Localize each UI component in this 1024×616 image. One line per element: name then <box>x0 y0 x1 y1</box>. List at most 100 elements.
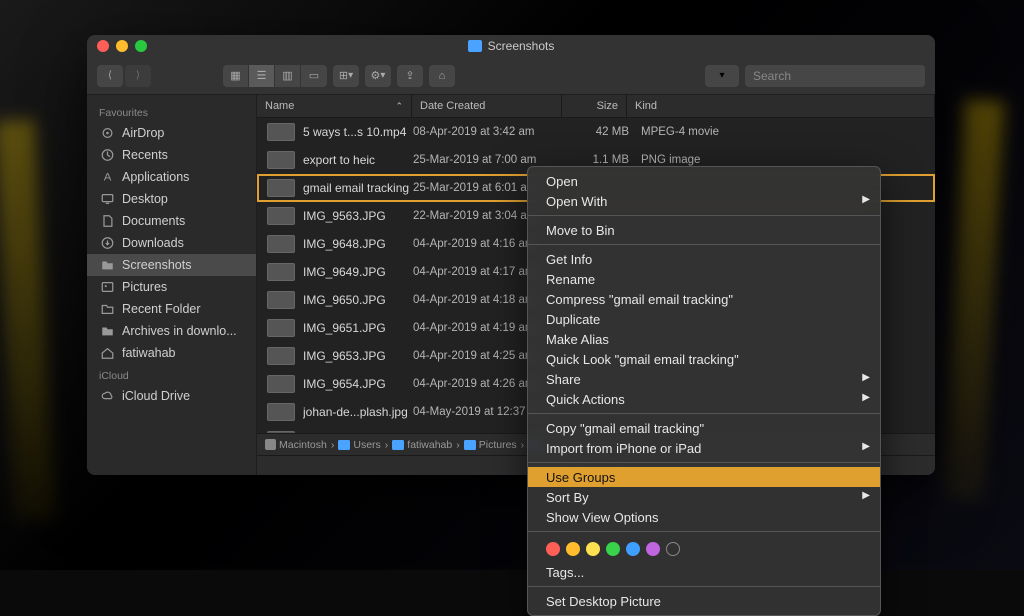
ctx-move-to-bin[interactable]: Move to Bin <box>528 220 880 240</box>
submenu-arrow-icon: ▶ <box>862 441 870 452</box>
nav-buttons: ⟨ ⟩ <box>97 65 151 87</box>
chevron-right-icon: › <box>456 439 460 451</box>
file-name: 5 ways t...s 10.mp4 <box>303 125 413 139</box>
path-segment[interactable]: fatiwahab <box>392 439 452 451</box>
icloud-icon <box>99 389 115 403</box>
airdrop-icon <box>99 126 115 140</box>
ctx-separator <box>528 586 880 587</box>
ctx-show-view-options[interactable]: Show View Options <box>528 507 880 527</box>
file-name: export to heic <box>303 153 413 167</box>
minimize-button[interactable] <box>116 40 128 52</box>
sidebar-item-archives-in-downlo-[interactable]: Archives in downlo... <box>87 320 256 342</box>
context-menu: Open Open With▶ Move to Bin Get Info Ren… <box>527 166 881 616</box>
sidebar-item-label: Downloads <box>122 236 184 250</box>
ctx-compress[interactable]: Compress "gmail email tracking" <box>528 289 880 309</box>
folder-icon <box>464 440 476 450</box>
sidebar-item-label: Archives in downlo... <box>122 324 237 338</box>
downloads-icon <box>99 236 115 250</box>
sidebar-item-documents[interactable]: Documents <box>87 210 256 232</box>
column-header-size[interactable]: Size <box>562 95 627 117</box>
chevron-right-icon: › <box>385 439 389 451</box>
ctx-tag-colors <box>528 536 880 562</box>
sidebar-item-icloud-drive[interactable]: iCloud Drive <box>87 385 256 407</box>
file-date: 08-Apr-2019 at 3:42 am <box>413 126 565 138</box>
sidebar-item-label: fatiwahab <box>122 346 176 360</box>
sidebar-item-screenshots[interactable]: Screenshots <box>87 254 256 276</box>
file-thumbnail <box>267 319 295 337</box>
file-size: 1.1 MB <box>565 154 629 166</box>
ctx-separator <box>528 413 880 414</box>
ctx-rename[interactable]: Rename <box>528 269 880 289</box>
path-segment[interactable]: Macintosh <box>265 439 327 451</box>
sidebar-item-airdrop[interactable]: AirDrop <box>87 122 256 144</box>
ctx-copy[interactable]: Copy "gmail email tracking" <box>528 418 880 438</box>
file-thumbnail <box>267 123 295 141</box>
ctx-duplicate[interactable]: Duplicate <box>528 309 880 329</box>
tag-color-none[interactable] <box>666 542 680 556</box>
path-segment[interactable]: Pictures <box>464 439 517 451</box>
sidebar-item-label: Screenshots <box>122 258 191 272</box>
sidebar-item-desktop[interactable]: Desktop <box>87 188 256 210</box>
window-title: Screenshots <box>488 39 555 53</box>
back-button[interactable]: ⟨ <box>97 65 123 87</box>
ctx-open[interactable]: Open <box>528 171 880 191</box>
ctx-share[interactable]: Share▶ <box>528 369 880 389</box>
sidebar-item-applications[interactable]: A Applications <box>87 166 256 188</box>
ctx-quick-actions[interactable]: Quick Actions▶ <box>528 389 880 409</box>
folder-icon <box>99 324 115 338</box>
svg-text:A: A <box>103 172 111 184</box>
apps-icon: A <box>99 170 115 184</box>
column-view-button[interactable]: ▥ <box>275 65 301 87</box>
sidebar-item-pictures[interactable]: Pictures <box>87 276 256 298</box>
action-button[interactable]: ⚙ ▾ <box>365 65 391 87</box>
ctx-use-groups[interactable]: Use Groups <box>528 467 880 487</box>
ctx-tags[interactable]: Tags... <box>528 562 880 582</box>
file-name: johan-de...plash.jpg <box>303 405 413 419</box>
tag-color[interactable] <box>606 542 620 556</box>
file-thumbnail <box>267 403 295 421</box>
search-scope-dropdown[interactable]: ▾ <box>705 65 739 87</box>
path-segment[interactable]: Users <box>338 439 380 451</box>
file-thumbnail <box>267 179 295 197</box>
ctx-quick-look[interactable]: Quick Look "gmail email tracking" <box>528 349 880 369</box>
gallery-view-button[interactable]: ▭ <box>301 65 327 87</box>
sidebar-item-recent-folder[interactable]: Recent Folder <box>87 298 256 320</box>
tag-color[interactable] <box>586 542 600 556</box>
file-name: IMG_9654.JPG <box>303 377 413 391</box>
sidebar-item-fatiwahab[interactable]: fatiwahab <box>87 342 256 364</box>
file-name: IMG_9651.JPG <box>303 321 413 335</box>
column-header-date[interactable]: Date Created <box>412 95 562 117</box>
ctx-separator <box>528 215 880 216</box>
chevron-right-icon: ⟩ <box>136 70 140 81</box>
tag-color[interactable] <box>566 542 580 556</box>
share-button[interactable]: ⇪ <box>397 65 423 87</box>
tag-color[interactable] <box>546 542 560 556</box>
column-header-kind[interactable]: Kind <box>627 95 935 117</box>
sidebar-item-recents[interactable]: Recents <box>87 144 256 166</box>
icon-view-button[interactable]: ▦ <box>223 65 249 87</box>
ctx-sort-by[interactable]: Sort By▶ <box>528 487 880 507</box>
ctx-make-alias[interactable]: Make Alias <box>528 329 880 349</box>
close-button[interactable] <box>97 40 109 52</box>
fullscreen-button[interactable] <box>135 40 147 52</box>
search-input[interactable] <box>745 65 925 87</box>
tag-color[interactable] <box>626 542 640 556</box>
arrange-button[interactable]: ⊞ ▾ <box>333 65 359 87</box>
ctx-set-desktop-picture[interactable]: Set Desktop Picture <box>528 591 880 611</box>
sidebar-item-label: Recent Folder <box>122 302 201 316</box>
tag-color[interactable] <box>646 542 660 556</box>
chevron-left-icon: ⟨ <box>108 70 112 81</box>
ctx-open-with[interactable]: Open With▶ <box>528 191 880 211</box>
column-header-name[interactable]: Name⌃ <box>257 95 412 117</box>
ctx-get-info[interactable]: Get Info <box>528 249 880 269</box>
table-row[interactable]: 5 ways t...s 10.mp408-Apr-2019 at 3:42 a… <box>257 118 935 146</box>
sidebar-item-label: Applications <box>122 170 189 184</box>
tags-button[interactable]: ⌂ <box>429 65 455 87</box>
titlebar[interactable]: Screenshots <box>87 35 935 57</box>
file-kind: MPEG-4 movie <box>629 126 935 138</box>
ctx-import[interactable]: Import from iPhone or iPad▶ <box>528 438 880 458</box>
list-view-button[interactable]: ☰ <box>249 65 275 87</box>
forward-button[interactable]: ⟩ <box>125 65 151 87</box>
submenu-arrow-icon: ▶ <box>862 194 870 205</box>
sidebar-item-downloads[interactable]: Downloads <box>87 232 256 254</box>
